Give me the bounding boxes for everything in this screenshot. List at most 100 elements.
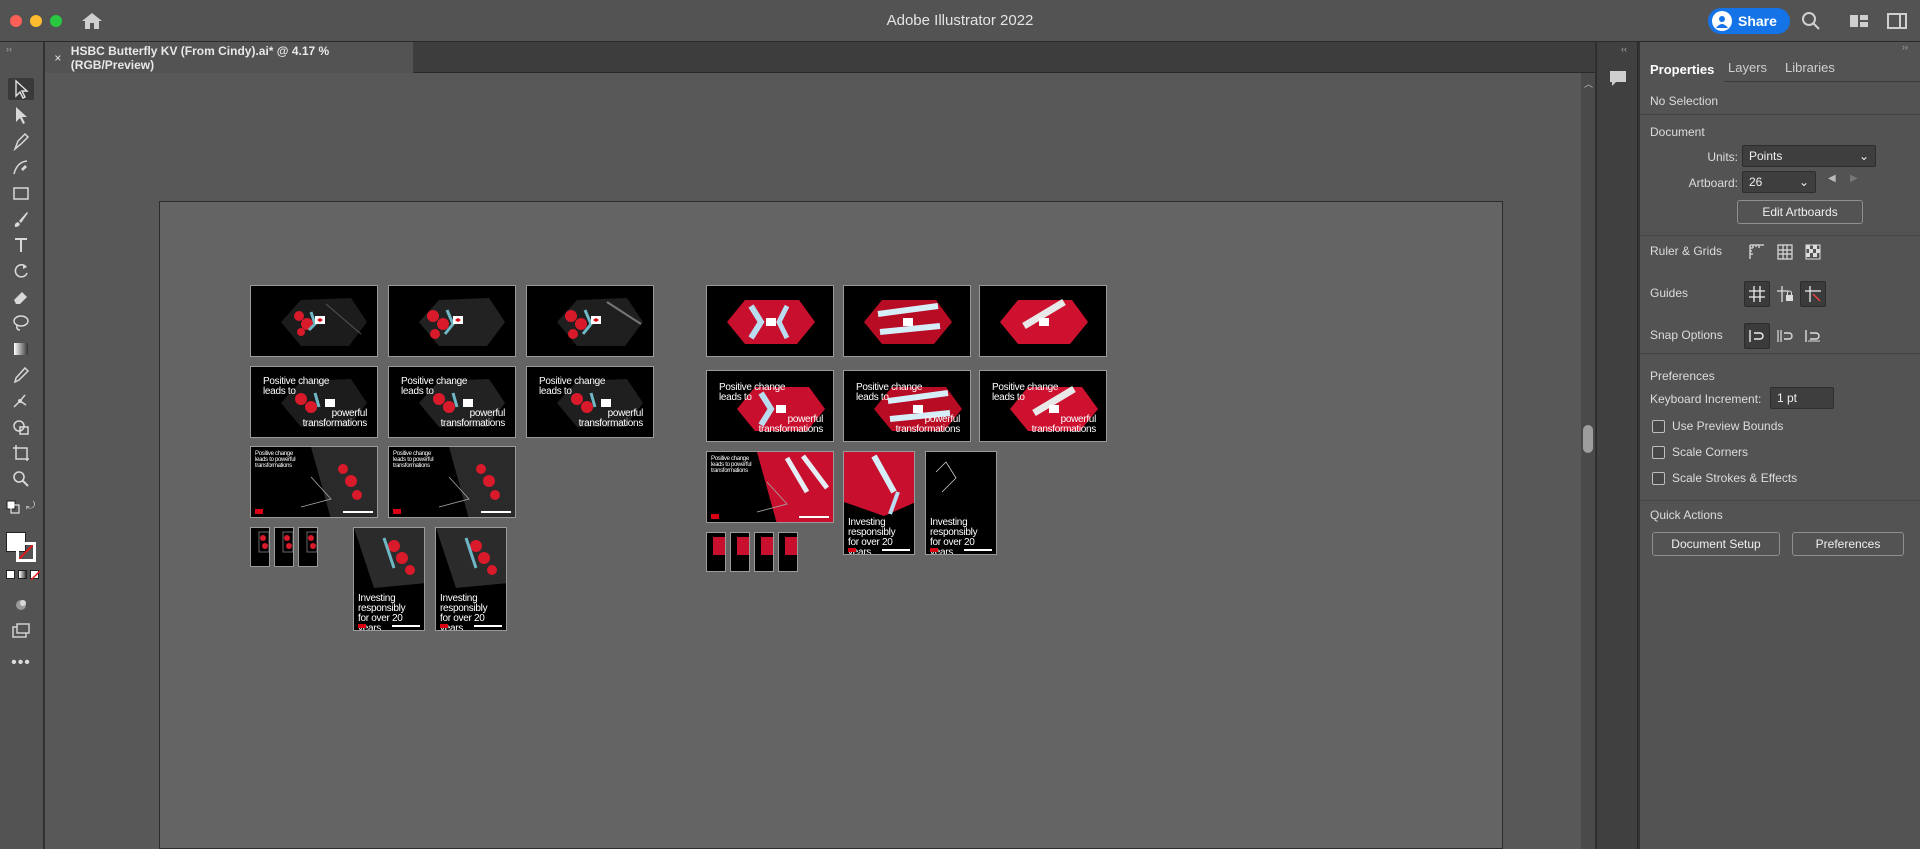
comments-icon[interactable] xyxy=(1607,68,1629,90)
artboard-thumbnail[interactable]: Investing responsibly for over 20 years xyxy=(435,527,507,631)
divider xyxy=(1640,235,1920,236)
edit-toolbar-icon[interactable]: ••• xyxy=(8,652,34,674)
close-document-icon[interactable]: × xyxy=(45,51,71,65)
window-close-button[interactable] xyxy=(10,15,22,27)
artboard-thumbnail[interactable] xyxy=(274,527,294,567)
pen-tool-icon[interactable] xyxy=(8,130,34,152)
grid-icon[interactable] xyxy=(1772,239,1798,265)
document-tab[interactable]: × HSBC Butterfly KV (From Cindy).ai* @ 4… xyxy=(45,42,413,73)
search-icon[interactable] xyxy=(1800,10,1822,32)
artboard-thumbnail[interactable] xyxy=(706,532,726,572)
scroll-thumb[interactable] xyxy=(1583,425,1593,453)
artboard-thumbnail[interactable] xyxy=(526,285,654,357)
expand-panel-icon[interactable]: ›› xyxy=(1902,42,1908,52)
snap-to-pixel-icon[interactable] xyxy=(1772,323,1798,349)
show-guides-icon[interactable] xyxy=(1744,281,1770,307)
swap-fill-stroke-icon[interactable] xyxy=(6,500,20,514)
artboard-thumbnail[interactable] xyxy=(754,532,774,572)
document-setup-button[interactable]: Document Setup xyxy=(1652,532,1780,556)
artboard-area[interactable]: Positive change leads to powerful transfor… xyxy=(159,201,1503,849)
artboard-thumbnail[interactable]: Positive change leads to powerful transf… xyxy=(388,446,516,518)
artboard-thumbnail[interactable] xyxy=(730,532,750,572)
keyboard-increment-input[interactable]: 1 pt xyxy=(1770,387,1834,409)
shape-builder-tool-icon[interactable] xyxy=(8,416,34,438)
rulers-icon[interactable] xyxy=(1744,239,1770,265)
arrange-documents-icon[interactable] xyxy=(1848,10,1870,32)
tab-libraries[interactable]: Libraries xyxy=(1775,54,1845,82)
artboard-thumbnail[interactable] xyxy=(250,285,378,357)
swap-arrows-icon[interactable]: ⤾ xyxy=(26,500,38,512)
eraser-tool-icon[interactable] xyxy=(8,286,34,308)
lock-guides-icon[interactable] xyxy=(1772,281,1798,307)
rotate-tool-icon[interactable] xyxy=(8,260,34,282)
gradient-tool-icon[interactable] xyxy=(8,338,34,360)
collapse-panel-icon[interactable]: ›› xyxy=(6,44,12,54)
artboard-thumbnail[interactable]: Investing responsibly for over 20 years xyxy=(843,451,915,555)
rectangle-tool-icon[interactable] xyxy=(8,182,34,204)
preferences-button[interactable]: Preferences xyxy=(1792,532,1904,556)
canvas[interactable]: Positive change leads to powerful transfor… xyxy=(45,73,1581,849)
artboard-thumbnail[interactable] xyxy=(298,527,318,567)
edit-artboards-button[interactable]: Edit Artboards xyxy=(1737,200,1863,224)
selection-tool-icon[interactable] xyxy=(8,78,34,100)
type-tool-icon[interactable] xyxy=(8,234,34,256)
use-preview-bounds-label: Use Preview Bounds xyxy=(1672,419,1784,433)
previous-artboard-icon[interactable]: ◀ xyxy=(1828,173,1836,184)
gradient-mode-icon[interactable] xyxy=(18,570,27,579)
snap-to-glyph-icon[interactable] xyxy=(1800,323,1826,349)
artboard-thumbnail[interactable] xyxy=(843,285,971,357)
smart-guides-icon[interactable] xyxy=(1800,281,1826,307)
collapse-dock-icon[interactable]: ‹‹ xyxy=(1621,44,1627,54)
units-value: Points xyxy=(1749,149,1783,163)
tab-properties[interactable]: Properties xyxy=(1640,54,1725,82)
headline-text: powerful transformations xyxy=(302,408,368,429)
artboard-thumbnail[interactable]: Positive change leads to powerful transf… xyxy=(250,446,378,518)
artboard-thumbnail[interactable]: Positive change leads to powerful transfor… xyxy=(843,370,971,442)
next-artboard-icon[interactable]: ▶ xyxy=(1850,173,1858,184)
artboard-thumbnail[interactable] xyxy=(706,285,834,357)
window-maximize-button[interactable] xyxy=(50,15,62,27)
artboard-thumbnail[interactable]: Positive change leads to powerful transfor… xyxy=(706,370,834,442)
direct-selection-tool-icon[interactable] xyxy=(8,104,34,126)
home-icon[interactable] xyxy=(80,11,104,31)
puppet-warp-tool-icon[interactable] xyxy=(8,390,34,412)
workspace-switcher-icon[interactable] xyxy=(1886,10,1908,32)
vertical-scrollbar[interactable]: ︿ xyxy=(1581,73,1595,849)
artboard-thumbnail[interactable]: Positive change leads to powerful transfor… xyxy=(526,366,654,438)
curvature-tool-icon[interactable] xyxy=(8,156,34,178)
paintbrush-tool-icon[interactable] xyxy=(8,208,34,230)
artboard-thumbnail[interactable]: Positive change leads to powerful transf… xyxy=(706,451,834,523)
stroke-swatch[interactable] xyxy=(16,542,36,562)
artboard-thumbnail[interactable] xyxy=(778,532,798,572)
artboard-tool-icon[interactable] xyxy=(8,442,34,464)
scroll-up-icon[interactable]: ︿ xyxy=(1584,77,1593,90)
artboard-thumbnail[interactable] xyxy=(250,527,270,567)
draw-mode-icon[interactable] xyxy=(8,594,34,616)
artboard-value: 26 xyxy=(1749,175,1763,189)
window-minimize-button[interactable] xyxy=(30,15,42,27)
artboard-thumbnail[interactable]: Positive change leads to powerful transfor… xyxy=(388,366,516,438)
divider-line xyxy=(799,516,829,518)
use-preview-bounds-checkbox[interactable] xyxy=(1652,420,1665,433)
artboard-thumbnail[interactable] xyxy=(388,285,516,357)
units-dropdown[interactable]: Points ⌄ xyxy=(1742,145,1876,167)
scale-corners-checkbox[interactable] xyxy=(1652,446,1665,459)
artboard-thumbnail[interactable]: Investing responsibly for over 20 years xyxy=(925,451,997,555)
lasso-tool-icon[interactable] xyxy=(8,312,34,334)
artboard-dropdown[interactable]: 26 ⌄ xyxy=(1742,171,1816,193)
color-mode-icon[interactable] xyxy=(6,570,15,579)
artboard-thumbnail[interactable]: Investing responsibly for over 20 years xyxy=(353,527,425,631)
share-button[interactable]: Share xyxy=(1708,8,1790,34)
eyedropper-tool-icon[interactable] xyxy=(8,364,34,386)
transparency-grid-icon[interactable] xyxy=(1800,239,1826,265)
artboard-thumbnail[interactable] xyxy=(979,285,1107,357)
none-mode-icon[interactable] xyxy=(30,570,40,580)
screen-mode-icon[interactable] xyxy=(8,620,34,642)
artboard-thumbnail[interactable]: Positive change leads to powerful transfor… xyxy=(979,370,1107,442)
zoom-tool-icon[interactable] xyxy=(8,468,34,490)
headline-text: powerful transformations xyxy=(895,414,961,435)
tab-layers[interactable]: Layers xyxy=(1718,54,1777,82)
snap-to-point-icon[interactable] xyxy=(1744,323,1770,349)
artboard-thumbnail[interactable]: Positive change leads to powerful transfor… xyxy=(250,366,378,438)
scale-strokes-effects-checkbox[interactable] xyxy=(1652,472,1665,485)
